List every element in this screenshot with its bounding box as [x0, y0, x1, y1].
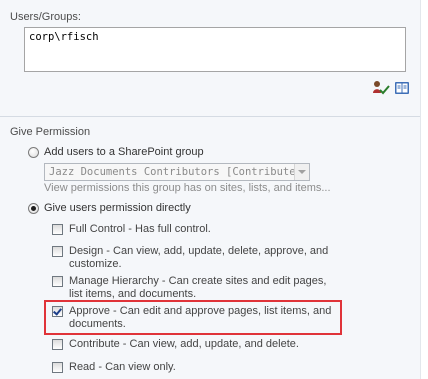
radio-give-directly-label: Give users permission directly: [44, 202, 191, 214]
permission-panel: Users/Groups: corp\rfisch Give Permissio…: [0, 0, 421, 379]
permission-manage-hierarchy[interactable]: Manage Hierarchy - Can create sites and …: [52, 275, 352, 301]
permission-contribute-checkbox[interactable]: [52, 339, 63, 350]
permission-full-control[interactable]: Full Control - Has full control.: [52, 223, 352, 236]
users-groups-label: Users/Groups:: [10, 11, 81, 23]
sharepoint-group-select[interactable]: Jazz Documents Contributors [Contribute]: [44, 163, 310, 181]
permission-full-control-label: Full Control - Has full control.: [69, 223, 211, 235]
radio-give-directly-control[interactable]: [28, 202, 39, 214]
permission-contribute-label: Contribute - Can view, add, update, and …: [69, 338, 299, 350]
permission-design-checkbox[interactable]: [52, 246, 63, 257]
radio-add-to-group[interactable]: Add users to a SharePoint group: [28, 146, 204, 158]
group-permissions-link[interactable]: View permissions this group has on sites…: [44, 182, 331, 194]
permission-design-label: Design - Can view, add, update, delete, …: [69, 245, 329, 270]
permission-read-checkbox[interactable]: [52, 362, 63, 373]
users-groups-value: corp\rfisch: [29, 31, 99, 43]
permission-contribute[interactable]: Contribute - Can view, add, update, and …: [52, 338, 352, 351]
chevron-down-icon[interactable]: [294, 164, 309, 180]
section-divider: [0, 116, 420, 117]
approve-highlight-box: [44, 300, 342, 335]
people-picker-tools: [372, 80, 410, 96]
permission-full-control-checkbox[interactable]: [52, 224, 63, 235]
radio-give-directly[interactable]: Give users permission directly: [28, 202, 191, 214]
permission-read[interactable]: Read - Can view only.: [52, 361, 352, 374]
check-names-icon[interactable]: [372, 80, 390, 96]
sharepoint-group-value: Jazz Documents Contributors [Contribute]: [49, 166, 302, 178]
permission-read-label: Read - Can view only.: [69, 361, 176, 373]
users-groups-input[interactable]: corp\rfisch: [24, 27, 406, 72]
radio-add-to-group-control[interactable]: [28, 146, 39, 158]
permission-manage-hierarchy-checkbox[interactable]: [52, 276, 63, 287]
permission-design[interactable]: Design - Can view, add, update, delete, …: [52, 245, 352, 271]
radio-add-to-group-label: Add users to a SharePoint group: [44, 146, 204, 158]
address-book-icon[interactable]: [394, 81, 410, 95]
give-permission-heading: Give Permission: [10, 126, 91, 138]
permission-manage-hierarchy-label: Manage Hierarchy - Can create sites and …: [69, 275, 327, 300]
